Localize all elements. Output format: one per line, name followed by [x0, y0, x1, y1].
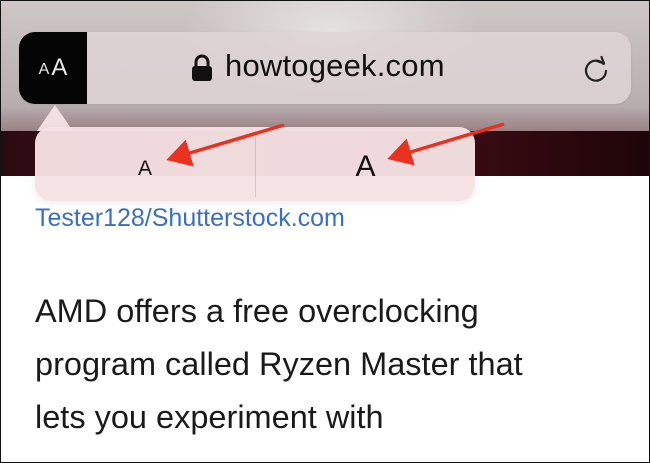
text-size-large-a: A: [51, 54, 68, 81]
image-credit-link[interactable]: Tester128/Shutterstock.com: [35, 204, 345, 233]
lock-icon: [192, 54, 212, 81]
text-size-small-a: A: [38, 61, 50, 78]
decrease-text-size-button[interactable]: A: [35, 127, 255, 201]
text-size-button[interactable]: A A: [19, 32, 87, 104]
reload-icon[interactable]: [581, 55, 611, 85]
increase-text-size-button[interactable]: A: [256, 127, 475, 201]
article-paragraph: AMD offers a free overclocking program c…: [35, 285, 635, 444]
browser-viewport: A A howtogeek.com A A Tester128/Shutters…: [0, 0, 650, 463]
paragraph-line: lets you experiment with: [35, 399, 384, 435]
decrease-text-size-label: A: [137, 157, 152, 180]
increase-text-size-label: A: [355, 150, 376, 183]
paragraph-line: AMD offers a free overclocking: [35, 293, 479, 329]
paragraph-line: program called Ryzen Master that: [35, 346, 523, 382]
address-bar-domain[interactable]: howtogeek.com: [225, 48, 445, 84]
